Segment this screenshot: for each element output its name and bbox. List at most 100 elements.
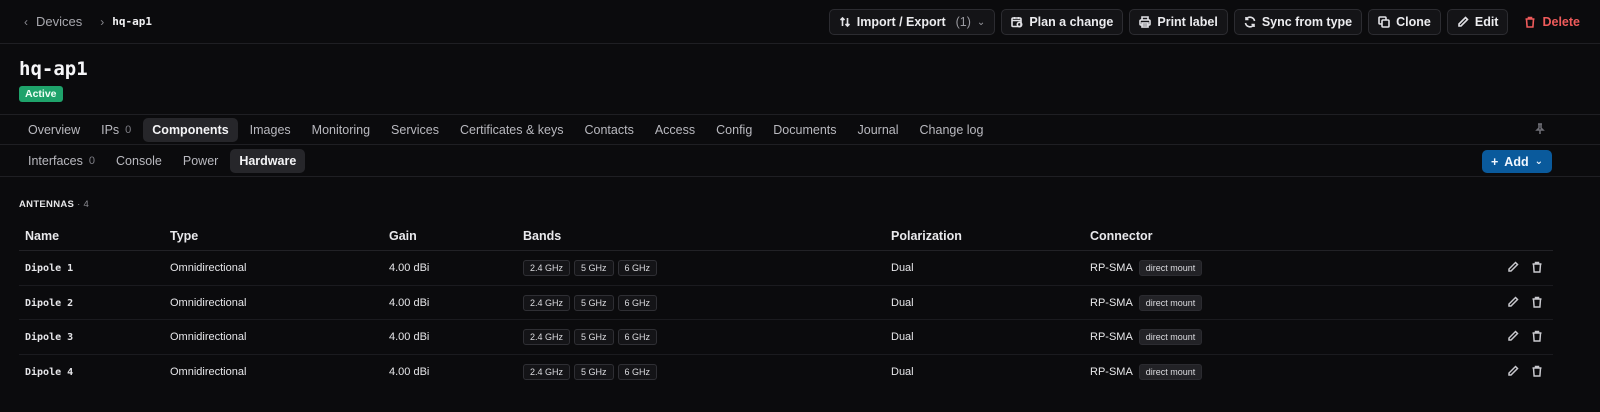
- column-header-type[interactable]: Type: [170, 229, 198, 243]
- band-chips: 2.4 GHz 5 GHz 6 GHz: [523, 329, 658, 345]
- plan-change-button[interactable]: Plan a change: [1001, 9, 1124, 35]
- band-chip: 5 GHz: [574, 329, 614, 345]
- cell-polarization: Dual: [891, 365, 914, 378]
- column-header-gain[interactable]: Gain: [389, 229, 417, 243]
- tab-overview[interactable]: Overview: [19, 118, 89, 142]
- subtab-label: Power: [182, 154, 219, 168]
- sub-tabs: Interfaces 0 Console Power Hardware + Add ⌄: [0, 145, 1600, 177]
- cell-type: Omnidirectional: [170, 365, 247, 378]
- band-chip: 2.4 GHz: [523, 260, 571, 276]
- connector-cell: RP-SMA direct mount: [1090, 294, 1203, 311]
- cell-polarization: Dual: [891, 331, 914, 343]
- connector-label: RP-SMA: [1090, 365, 1133, 378]
- tab-label: Monitoring: [311, 123, 371, 137]
- tab-documents[interactable]: Documents: [764, 118, 845, 142]
- edit-button[interactable]: Edit: [1446, 9, 1509, 35]
- trash-icon: [1525, 16, 1535, 28]
- sync-from-type-button[interactable]: Sync from type: [1233, 9, 1363, 35]
- action-toolbar: Import / Export (1) ⌄ Plan a change Prin…: [828, 9, 1590, 35]
- subtab-interfaces[interactable]: Interfaces 0: [19, 149, 104, 173]
- tab-label: Overview: [28, 123, 81, 137]
- cell-name: Dipole 3: [25, 332, 74, 343]
- tab-label: Change log: [919, 123, 984, 137]
- connector-label: RP-SMA: [1090, 262, 1133, 274]
- row-actions: [1507, 295, 1543, 308]
- delete-button[interactable]: Delete: [1514, 9, 1590, 35]
- table-row[interactable]: Dipole 4 Omnidirectional 4.00 dBi 2.4 GHz 5 …: [19, 355, 1553, 390]
- tab-label: Access: [654, 123, 696, 137]
- tab-contacts[interactable]: Contacts: [576, 118, 643, 142]
- connector-cell: RP-SMA direct mount: [1090, 363, 1203, 380]
- tab-access[interactable]: Access: [646, 118, 704, 142]
- band-chip: 6 GHz: [617, 260, 658, 276]
- clone-button[interactable]: Clone: [1368, 9, 1441, 35]
- tab-ips[interactable]: IPs 0: [92, 118, 140, 142]
- section-title: ANTENNAS · 4: [19, 199, 90, 210]
- column-header-name[interactable]: Name: [25, 229, 59, 243]
- arrows-up-down-icon: [839, 16, 850, 28]
- trash-icon[interactable]: [1531, 261, 1543, 273]
- tab-label: Services: [391, 123, 439, 137]
- pin-button[interactable]: [1534, 123, 1548, 137]
- tab-services[interactable]: Services: [382, 118, 448, 142]
- tab-components[interactable]: Components: [143, 118, 238, 142]
- tab-label: Certificates & keys: [459, 123, 564, 137]
- subtab-label: Hardware: [239, 154, 297, 168]
- band-chip: 6 GHz: [617, 294, 658, 311]
- chevron-left-icon: ‹: [24, 14, 28, 29]
- band-chip: 5 GHz: [574, 260, 614, 276]
- band-chip: 5 GHz: [574, 363, 614, 380]
- tab-label: Contacts: [584, 123, 634, 137]
- band-chips: 2.4 GHz 5 GHz 6 GHz: [523, 294, 658, 311]
- column-header-polarization[interactable]: Polarization: [891, 229, 962, 243]
- print-label-button[interactable]: Print label: [1129, 9, 1228, 35]
- subtab-label: Console: [116, 154, 162, 168]
- trash-icon[interactable]: [1531, 296, 1543, 308]
- tab-change-log[interactable]: Change log: [911, 118, 993, 142]
- pencil-icon[interactable]: [1507, 330, 1519, 342]
- tab-certificates-keys[interactable]: Certificates & keys: [451, 118, 573, 142]
- row-actions: [1507, 261, 1543, 273]
- table-row[interactable]: Dipole 1 Omnidirectional 4.00 dBi 2.4 GHz 5 …: [19, 251, 1553, 286]
- tab-config[interactable]: Config: [707, 118, 761, 142]
- connector-cell: RP-SMA direct mount: [1090, 260, 1203, 276]
- tab-monitoring[interactable]: Monitoring: [303, 118, 379, 142]
- main-tabs: Overview IPs 0 Components Images Monitoring Se…: [0, 114, 1600, 145]
- pencil-icon[interactable]: [1507, 261, 1519, 273]
- cell-gain: 4.00 dBi: [389, 365, 430, 378]
- connector-label: RP-SMA: [1090, 331, 1133, 343]
- import-export-button[interactable]: Import / Export (1) ⌄: [828, 9, 996, 35]
- breadcrumb-current: hq-ap1: [112, 15, 152, 28]
- band-chip: 6 GHz: [617, 329, 658, 345]
- trash-icon[interactable]: [1531, 365, 1543, 377]
- chevron-right-icon: ›: [100, 14, 105, 29]
- mount-badge: direct mount: [1138, 294, 1203, 311]
- tab-label: Documents: [773, 123, 837, 137]
- breadcrumb-parent[interactable]: Devices: [36, 14, 82, 29]
- band-chip: 5 GHz: [574, 294, 614, 311]
- row-actions: [1507, 364, 1543, 377]
- table-row[interactable]: Dipole 3 Omnidirectional 4.00 dBi 2.4 GHz 5 …: [19, 320, 1553, 355]
- add-button[interactable]: + Add ⌄: [1481, 150, 1552, 173]
- pencil-icon[interactable]: [1507, 295, 1519, 308]
- chevron-down-icon: ⌄: [1534, 156, 1543, 167]
- subtab-console[interactable]: Console: [107, 149, 171, 173]
- column-header-connector[interactable]: Connector: [1090, 229, 1153, 243]
- tab-journal[interactable]: Journal: [849, 118, 908, 142]
- table-row[interactable]: Dipole 2 Omnidirectional 4.00 dBi 2.4 GHz 5 …: [19, 286, 1553, 320]
- plus-icon: +: [1490, 154, 1499, 169]
- band-chip: 2.4 GHz: [523, 329, 571, 345]
- column-header-bands[interactable]: Bands: [523, 229, 561, 243]
- cell-gain: 4.00 dBi: [389, 331, 430, 343]
- band-chip: 2.4 GHz: [523, 294, 571, 311]
- pencil-icon[interactable]: [1507, 364, 1519, 377]
- tab-images[interactable]: Images: [241, 118, 300, 142]
- cell-name: Dipole 2: [25, 297, 74, 309]
- subtab-power[interactable]: Power: [174, 149, 227, 173]
- page-title: hq-ap1: [19, 58, 88, 80]
- trash-icon[interactable]: [1531, 330, 1543, 342]
- subtab-hardware[interactable]: Hardware: [230, 149, 306, 173]
- breadcrumb: ‹ Devices › hq-ap1: [24, 14, 152, 29]
- cell-type: Omnidirectional: [170, 262, 247, 274]
- tab-label: IPs: [101, 123, 120, 137]
